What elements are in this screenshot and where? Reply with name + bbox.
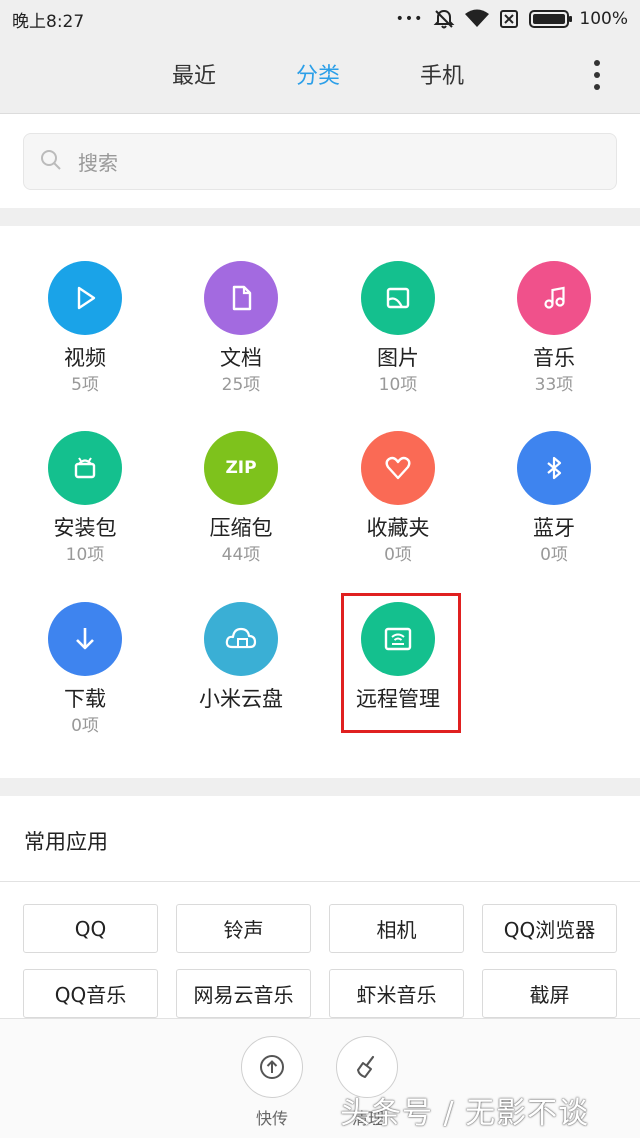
app-chip[interactable]: QQ音乐 (23, 969, 158, 1018)
battery-icon (529, 10, 573, 28)
category-count: 0项 (540, 545, 568, 565)
app-chip[interactable]: 虾米音乐 (329, 969, 464, 1018)
music-icon (544, 286, 565, 309)
category-mi-cloud-circle (204, 602, 278, 676)
highlight-box (341, 593, 461, 733)
wifi-icon (465, 9, 490, 29)
app-chip[interactable]: QQ浏览器 (482, 904, 617, 953)
tab-bar: 最近 分类 手机 (0, 38, 640, 114)
category-count: 0项 (384, 545, 412, 565)
tab-recent[interactable]: 最近 (172, 58, 216, 90)
category-favorites-circle (361, 431, 435, 505)
app-chip[interactable]: 相机 (329, 904, 464, 953)
category-count: 33项 (534, 375, 574, 395)
mute-bell-icon (433, 8, 455, 30)
status-time: 晚上8:27 (12, 11, 85, 32)
more-menu-icon[interactable] (594, 60, 600, 90)
category-mi-cloud[interactable]: 小米云盘 (163, 602, 319, 712)
category-count: 25项 (221, 375, 261, 395)
search-input[interactable]: 搜索 (23, 133, 617, 190)
category-count: 10项 (378, 375, 418, 395)
category-name: 下载 (64, 687, 106, 711)
app-chip[interactable]: 铃声 (176, 904, 311, 953)
category-name: 视频 (64, 346, 106, 370)
cloud-drive-icon (225, 627, 257, 649)
category-image-circle (361, 261, 435, 335)
category-music-circle (517, 261, 591, 335)
category-video[interactable]: 视频 5项 (7, 261, 163, 395)
upload-icon (260, 1055, 284, 1079)
category-apk[interactable]: 安装包 10项 (7, 431, 163, 565)
quick-send-label: 快传 (256, 1109, 289, 1128)
quick-send-button[interactable] (241, 1036, 303, 1098)
category-zip-circle: ZIP (204, 431, 278, 505)
search-section: 搜索 (0, 114, 640, 208)
android-package-icon (74, 457, 96, 479)
search-icon (40, 149, 62, 175)
category-name: 压缩包 (209, 516, 273, 540)
category-count: 44项 (221, 545, 261, 565)
category-name: 安装包 (53, 516, 117, 540)
search-placeholder: 搜索 (78, 151, 118, 175)
category-grid: 视频 5项 文档 25项 图片 10项 音乐 33项 安装包 10项 ZIP 压… (0, 226, 640, 778)
category-name: 收藏夹 (366, 516, 430, 540)
category-document[interactable]: 文档 25项 (163, 261, 319, 395)
divider (0, 881, 640, 882)
tab-category[interactable]: 分类 (296, 58, 340, 90)
category-video-circle (48, 261, 122, 335)
category-document-circle (204, 261, 278, 335)
category-count: 0项 (71, 716, 99, 736)
category-zip[interactable]: ZIP 压缩包 44项 (163, 431, 319, 565)
status-bar: 晚上8:27 ••• 100% (0, 0, 640, 38)
category-count: 10项 (65, 545, 105, 565)
tab-phone[interactable]: 手机 (420, 58, 464, 90)
heart-icon (385, 456, 411, 480)
category-music[interactable]: 音乐 33项 (476, 261, 632, 395)
zip-icon: ZIP (225, 458, 257, 478)
category-download-circle (48, 602, 122, 676)
category-bluetooth-circle (517, 431, 591, 505)
category-bluetooth[interactable]: 蓝牙 0项 (476, 431, 632, 565)
battery-percent: 100% (579, 9, 628, 29)
category-name: 蓝牙 (533, 516, 575, 540)
download-icon (76, 628, 94, 650)
common-apps-title: 常用应用 (24, 830, 108, 854)
no-sim-icon (499, 9, 519, 29)
category-image[interactable]: 图片 10项 (320, 261, 476, 395)
category-apk-circle (48, 431, 122, 505)
play-icon (77, 286, 96, 310)
app-chip[interactable]: QQ (23, 904, 158, 953)
category-download[interactable]: 下载 0项 (7, 602, 163, 736)
category-name: 小米云盘 (199, 687, 283, 711)
image-icon (386, 287, 410, 309)
bluetooth-icon (547, 456, 562, 480)
app-chip[interactable]: 截屏 (482, 969, 617, 1018)
watermark-text: 头条号 / 无影不谈 (340, 1096, 590, 1131)
document-icon (232, 285, 252, 311)
notification-dots: ••• (395, 11, 424, 27)
app-chip[interactable]: 网易云音乐 (176, 969, 311, 1018)
category-favorites[interactable]: 收藏夹 0项 (320, 431, 476, 565)
common-apps-section: 常用应用 QQ 铃声 相机 QQ浏览器 QQ音乐 网易云音乐 虾米音乐 截屏 (0, 796, 640, 1018)
category-name: 音乐 (533, 346, 575, 370)
category-count: 5项 (71, 375, 99, 395)
broom-icon (357, 1055, 375, 1078)
category-name: 图片 (377, 346, 419, 370)
category-name: 文档 (220, 346, 262, 370)
